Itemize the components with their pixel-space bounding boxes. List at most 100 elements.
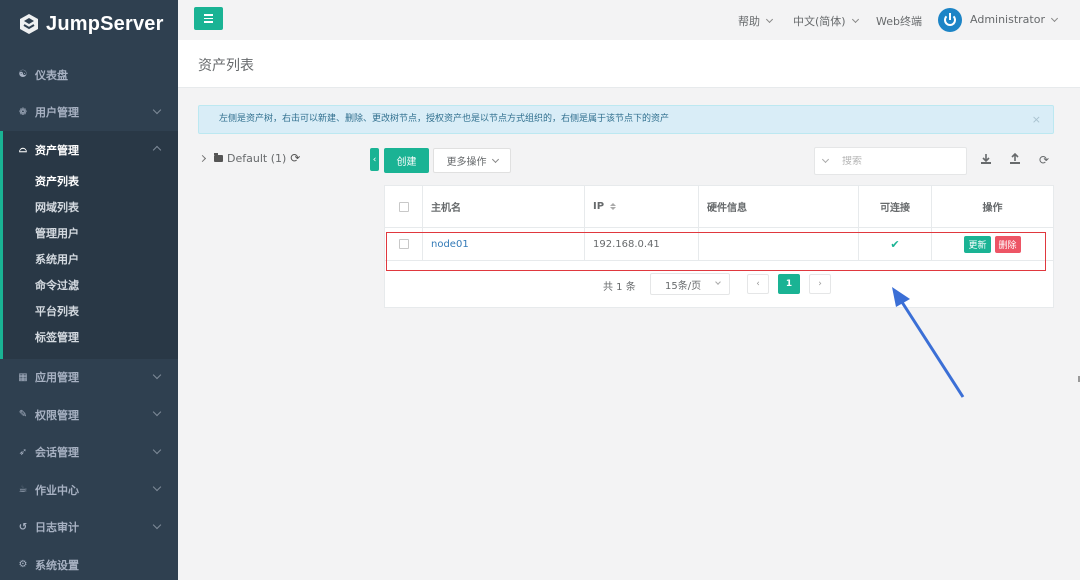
- alert-text: 左侧是资产树，右击可以新建、删除、更改树节点，授权资产也是以节点方式组织的，右侧…: [219, 114, 670, 124]
- prev-page-button[interactable]: ‹: [747, 274, 769, 294]
- chevron-up-icon: [152, 145, 162, 155]
- web-terminal-label: Web终端: [876, 15, 922, 28]
- header-checkbox-cell: [385, 186, 423, 227]
- sidebar-item-settings[interactable]: ⚙ 系统设置: [0, 546, 178, 580]
- chevron-down-icon: [715, 279, 721, 285]
- inbox-icon: ⌓: [19, 144, 27, 156]
- coffee-icon: ☕: [18, 484, 28, 496]
- menu-toggle-button[interactable]: [194, 7, 223, 30]
- sidebar-item-ops[interactable]: ☕ 作业中心: [0, 471, 178, 509]
- web-terminal-link[interactable]: Web终端: [876, 13, 922, 29]
- grid-icon: ▦: [18, 371, 28, 383]
- upload-icon[interactable]: [1008, 152, 1022, 167]
- user-name: Administrator: [970, 13, 1045, 26]
- select-all-checkbox[interactable]: [398, 201, 409, 212]
- language-label: 中文(简体): [793, 15, 846, 28]
- jumpserver-logo-icon: [20, 14, 38, 34]
- more-actions-label: 更多操作: [446, 157, 487, 168]
- sidebar-item-label: 作业中心: [35, 483, 79, 497]
- sidebar-item-label: 仪表盘: [35, 68, 68, 82]
- language-menu[interactable]: 中文(简体): [793, 13, 859, 29]
- chevron-down-icon: [152, 105, 162, 114]
- sidebar-item-label: 用户管理: [35, 106, 79, 120]
- sidebar-item-perms[interactable]: ✎ 权限管理: [0, 396, 178, 434]
- search-box[interactable]: [814, 147, 967, 175]
- sidebar-item-audits[interactable]: ↺ 日志审计: [0, 509, 178, 547]
- sidebar: JumpServer ☯ 仪表盘 ❁ 用户管理 ⌓ 资产管理 资产列表 网域列表…: [0, 0, 178, 580]
- rocket-icon: ➶: [18, 446, 28, 458]
- chevron-down-icon[interactable]: [821, 155, 830, 164]
- page-size-select[interactable]: 15条/页: [650, 273, 730, 295]
- sidebar-subitem-label-management[interactable]: 标签管理: [3, 325, 178, 351]
- edit-icon: ✎: [18, 409, 28, 421]
- sidebar-item-label: 权限管理: [35, 408, 79, 422]
- page-1-button[interactable]: 1: [778, 274, 800, 294]
- topbar: 帮助 中文(简体) Web终端 Administrator: [178, 0, 1080, 40]
- table-header-row: 主机名 IP 硬件信息 可连接 操作: [385, 186, 1053, 228]
- chevron-down-icon: [491, 155, 499, 163]
- refresh-icon[interactable]: ⟳: [1037, 153, 1051, 167]
- gears-icon: ⚙: [18, 559, 28, 571]
- chevron-down-icon: [765, 15, 774, 24]
- dashboard-icon: ☯: [18, 69, 28, 81]
- sidebar-subitem-command-filters[interactable]: 命令过滤: [3, 273, 178, 299]
- chevron-down-icon: [851, 15, 859, 24]
- search-input[interactable]: [842, 155, 952, 167]
- tree-toggle-button[interactable]: ‹: [370, 148, 379, 171]
- sidebar-item-label: 会话管理: [35, 446, 79, 460]
- users-icon: ❁: [18, 106, 28, 118]
- column-header-actions: 操作: [982, 203, 1003, 214]
- chevron-right-icon[interactable]: [198, 154, 207, 162]
- more-actions-button[interactable]: 更多操作: [433, 148, 511, 173]
- refresh-icon[interactable]: ⟳: [290, 151, 300, 165]
- annotation-highlight-box: [386, 232, 1046, 271]
- brand-name: JumpServer: [46, 12, 164, 35]
- chevron-down-icon: [152, 482, 162, 492]
- page-title: 资产列表: [198, 58, 254, 74]
- column-header-hardware: 硬件信息: [699, 186, 859, 227]
- chevron-down-icon: [152, 370, 162, 379]
- sidebar-subitem-platform-list[interactable]: 平台列表: [3, 299, 178, 325]
- info-alert: 左侧是资产树，右击可以新建、删除、更改树节点，授权资产也是以节点方式组织的，右侧…: [198, 105, 1054, 134]
- next-page-button[interactable]: ›: [809, 274, 831, 294]
- annotation-arrow-icon: [892, 287, 965, 398]
- sidebar-subitem-asset-list[interactable]: 资产列表: [3, 169, 178, 195]
- sidebar-item-apps[interactable]: ▦ 应用管理: [0, 359, 178, 397]
- help-label: 帮助: [738, 15, 760, 28]
- logo[interactable]: JumpServer: [0, 0, 178, 48]
- sidebar-item-users[interactable]: ❁ 用户管理: [0, 94, 178, 132]
- folder-icon: [214, 152, 223, 162]
- column-header-ip-label: IP: [593, 201, 605, 212]
- tree-node-default[interactable]: Default (1): [227, 152, 286, 165]
- user-menu[interactable]: Administrator: [970, 13, 1059, 26]
- download-icon[interactable]: [979, 153, 993, 167]
- chevron-down-icon: [1050, 14, 1059, 22]
- close-icon[interactable]: ×: [1032, 106, 1041, 133]
- sort-icon: [610, 203, 617, 210]
- sidebar-item-label: 资产管理: [35, 143, 79, 157]
- column-header-connectable: 可连接: [859, 186, 932, 227]
- column-header-ip[interactable]: IP: [585, 186, 699, 227]
- hamburger-icon: [204, 14, 213, 16]
- sidebar-item-dashboard[interactable]: ☯ 仪表盘: [0, 56, 178, 94]
- sidebar-item-label: 日志审计: [35, 521, 79, 535]
- chevron-down-icon: [152, 520, 162, 529]
- sidebar-item-label: 应用管理: [35, 371, 79, 385]
- sidebar-subitem-system-users[interactable]: 系统用户: [3, 247, 178, 273]
- sidebar-item-assets[interactable]: ⌓ 资产管理: [3, 131, 178, 169]
- sidebar-submenu-assets: 资产列表 网域列表 管理用户 系统用户 命令过滤 平台列表 标签管理: [3, 169, 178, 359]
- sidebar-group-assets: ⌓ 资产管理 资产列表 网域列表 管理用户 系统用户 命令过滤 平台列表 标签管…: [0, 131, 178, 359]
- sidebar-subitem-admin-users[interactable]: 管理用户: [3, 221, 178, 247]
- history-icon: ↺: [18, 521, 28, 533]
- sidebar-item-sessions[interactable]: ➶ 会话管理: [0, 434, 178, 472]
- chevron-down-icon: [152, 445, 162, 454]
- help-menu[interactable]: 帮助: [738, 13, 774, 29]
- sidebar-subitem-domain-list[interactable]: 网域列表: [3, 195, 178, 221]
- avatar[interactable]: [938, 8, 962, 32]
- page-header: 资产列表: [178, 40, 1080, 88]
- create-button[interactable]: 创建: [384, 148, 429, 173]
- total-count: 共 1 条: [603, 282, 636, 293]
- asset-tree: Default (1) ⟳: [198, 151, 300, 165]
- sidebar-item-label: 系统设置: [35, 558, 79, 572]
- column-header-hostname[interactable]: 主机名: [423, 186, 585, 227]
